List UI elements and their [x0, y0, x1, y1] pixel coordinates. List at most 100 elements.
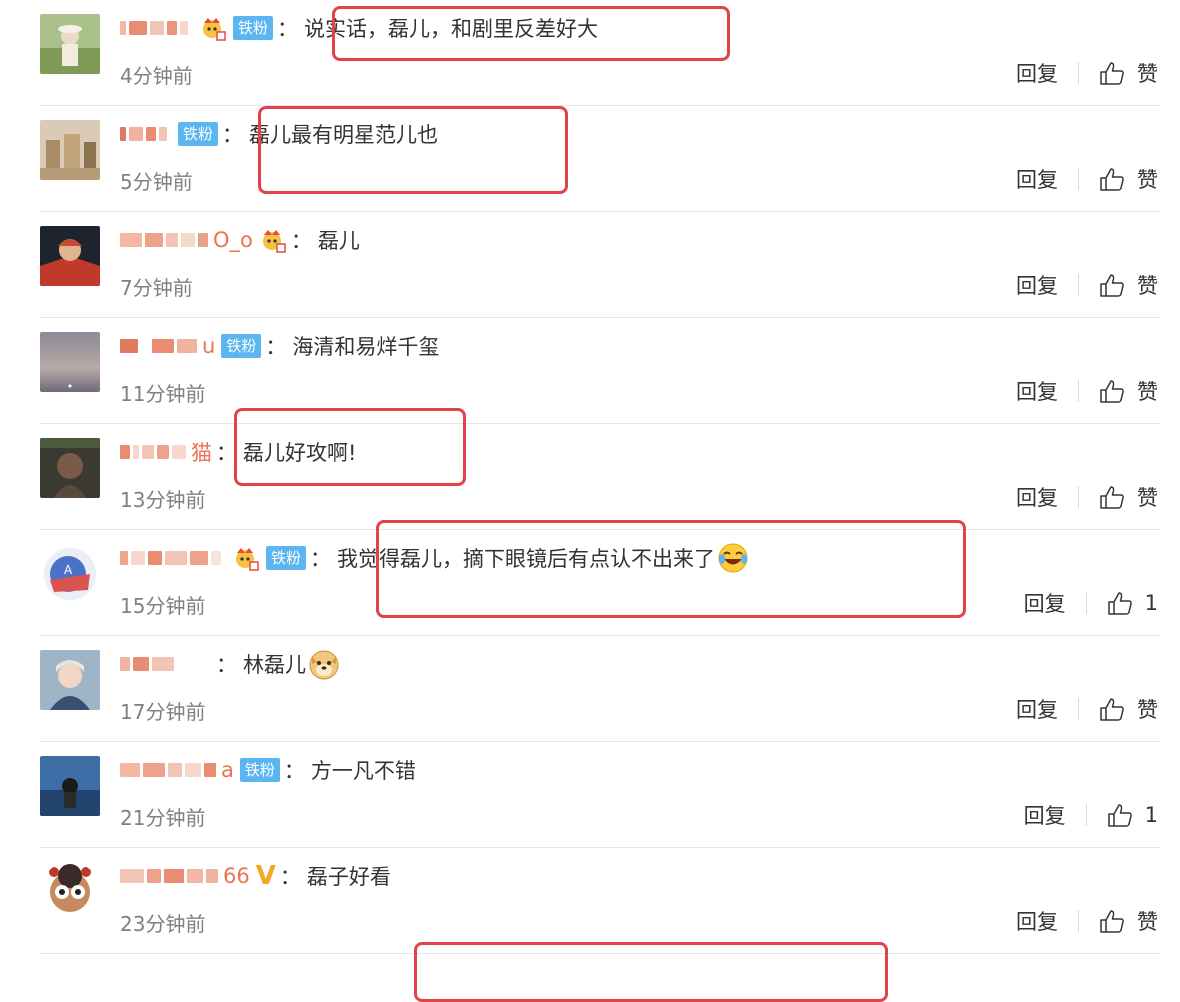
username-pixel-block — [198, 233, 208, 247]
username-pixel-block — [152, 339, 174, 353]
username-pixel-block — [120, 445, 130, 459]
username-pixel-block — [157, 445, 169, 459]
username-pixel-block — [133, 445, 139, 459]
comment-item: 猫：磊儿好攻啊! 13分钟前 回复赞 — [0, 424, 1180, 530]
username-pixel-block — [147, 869, 161, 883]
reply-button[interactable]: 回复 — [1024, 800, 1066, 830]
like-button[interactable]: 赞 — [1099, 694, 1158, 724]
reply-button[interactable]: 回复 — [1016, 270, 1058, 300]
highlight-box — [258, 106, 568, 194]
thumbs-up-icon — [1099, 272, 1125, 298]
comment-item: a 铁粉：方一凡不错 21分钟前 回复 1 — [0, 742, 1180, 848]
reply-button[interactable]: 回复 — [1024, 588, 1066, 618]
action-divider — [1078, 62, 1079, 84]
thumbs-up-icon — [1099, 166, 1125, 192]
username-suffix: u — [202, 334, 216, 358]
like-button[interactable]: 赞 — [1099, 58, 1158, 88]
username-pixel-block — [159, 127, 167, 141]
highlight-box — [332, 6, 730, 61]
username[interactable]: u — [120, 333, 215, 359]
username-pixel-block — [152, 657, 174, 671]
comment-actions: 回复 1 — [1024, 588, 1158, 618]
like-button[interactable]: 赞 — [1099, 906, 1158, 936]
comment-line: ：林磊儿 — [120, 648, 340, 680]
like-button[interactable]: 赞 — [1099, 482, 1158, 512]
avatar[interactable] — [40, 650, 100, 710]
avatar[interactable] — [40, 120, 100, 180]
username-pixel-block — [185, 763, 201, 777]
avatar[interactable] — [40, 226, 100, 286]
username[interactable]: O_o — [120, 227, 253, 253]
like-button[interactable]: 1 — [1107, 590, 1158, 616]
comment-line: O_o ：磊儿 — [120, 224, 360, 256]
fan-badge[interactable]: 铁粉 — [239, 758, 280, 782]
fan-badge[interactable]: 铁粉 — [233, 16, 274, 40]
avatar[interactable] — [40, 438, 100, 498]
action-divider — [1085, 592, 1087, 614]
reply-button[interactable]: 回复 — [1016, 482, 1058, 512]
crown-badge-icon[interactable] — [259, 226, 287, 254]
comment-actions: 回复 赞 — [1016, 482, 1158, 512]
comment-text: 磊儿 — [317, 229, 360, 253]
username[interactable]: a — [120, 757, 234, 783]
username-pixel-block — [129, 127, 143, 141]
like-label: 赞 — [1137, 698, 1158, 722]
comment-time: 15分钟前 — [120, 594, 206, 618]
reply-button[interactable]: 回复 — [1016, 164, 1058, 194]
comment-time: 13分钟前 — [120, 488, 206, 512]
username-pixel-block — [120, 869, 144, 883]
fan-badge[interactable]: 铁粉 — [266, 546, 307, 570]
username[interactable] — [120, 15, 193, 41]
username[interactable] — [120, 651, 212, 677]
avatar[interactable] — [40, 14, 100, 74]
like-button[interactable]: 赞 — [1099, 376, 1158, 406]
username-pixel-block — [187, 869, 203, 883]
comment-time: 21分钟前 — [120, 806, 206, 830]
username[interactable] — [120, 121, 172, 147]
avatar[interactable] — [40, 756, 100, 816]
verified-v-icon[interactable]: V — [256, 863, 276, 889]
highlight-box — [414, 942, 888, 1002]
action-divider — [1078, 486, 1079, 508]
username-pixel-block — [146, 127, 156, 141]
fan-badge[interactable]: 铁粉 — [221, 334, 262, 358]
comment-text: 林磊儿 — [243, 653, 306, 677]
comment-line: 66 V：磊子好看 — [120, 860, 391, 892]
reply-button[interactable]: 回复 — [1016, 906, 1058, 936]
avatar[interactable] — [40, 332, 100, 392]
thumbs-up-icon — [1107, 802, 1133, 828]
like-button[interactable]: 赞 — [1099, 164, 1158, 194]
like-button[interactable]: 赞 — [1099, 270, 1158, 300]
like-button[interactable]: 1 — [1107, 802, 1158, 828]
comment-actions: 回复 赞 — [1016, 270, 1158, 300]
username-pixel-block — [204, 763, 216, 777]
username-pixel-block — [120, 127, 126, 141]
username-suffix: O_o — [213, 228, 253, 252]
reply-button[interactable]: 回复 — [1016, 694, 1058, 724]
comment-text: 磊子好看 — [306, 865, 391, 889]
username-pixel-block — [167, 21, 177, 35]
username[interactable]: 66 — [120, 863, 250, 889]
username-pixel-block — [177, 657, 207, 671]
crown-badge-icon[interactable] — [199, 14, 227, 42]
username[interactable] — [120, 545, 226, 571]
username-pixel-block — [133, 657, 149, 671]
avatar[interactable]: A — [40, 544, 100, 604]
thumbs-up-icon — [1099, 60, 1125, 86]
username[interactable]: 猫 — [120, 439, 212, 465]
like-label: 赞 — [1137, 62, 1158, 86]
thumbs-up-icon — [1099, 908, 1125, 934]
reply-button[interactable]: 回复 — [1016, 376, 1058, 406]
comment-time: 17分钟前 — [120, 700, 206, 724]
username-pixel-block — [120, 657, 130, 671]
thumbs-up-icon — [1099, 484, 1125, 510]
username-pixel-block — [141, 339, 149, 353]
crown-badge-icon[interactable] — [232, 544, 260, 572]
colon-separator: ： — [277, 17, 299, 41]
username-pixel-block — [145, 233, 163, 247]
fan-badge[interactable]: 铁粉 — [178, 122, 219, 146]
highlight-box — [234, 408, 466, 486]
reply-button[interactable]: 回复 — [1016, 58, 1058, 88]
username-pixel-block — [120, 21, 126, 35]
avatar[interactable] — [40, 862, 100, 922]
